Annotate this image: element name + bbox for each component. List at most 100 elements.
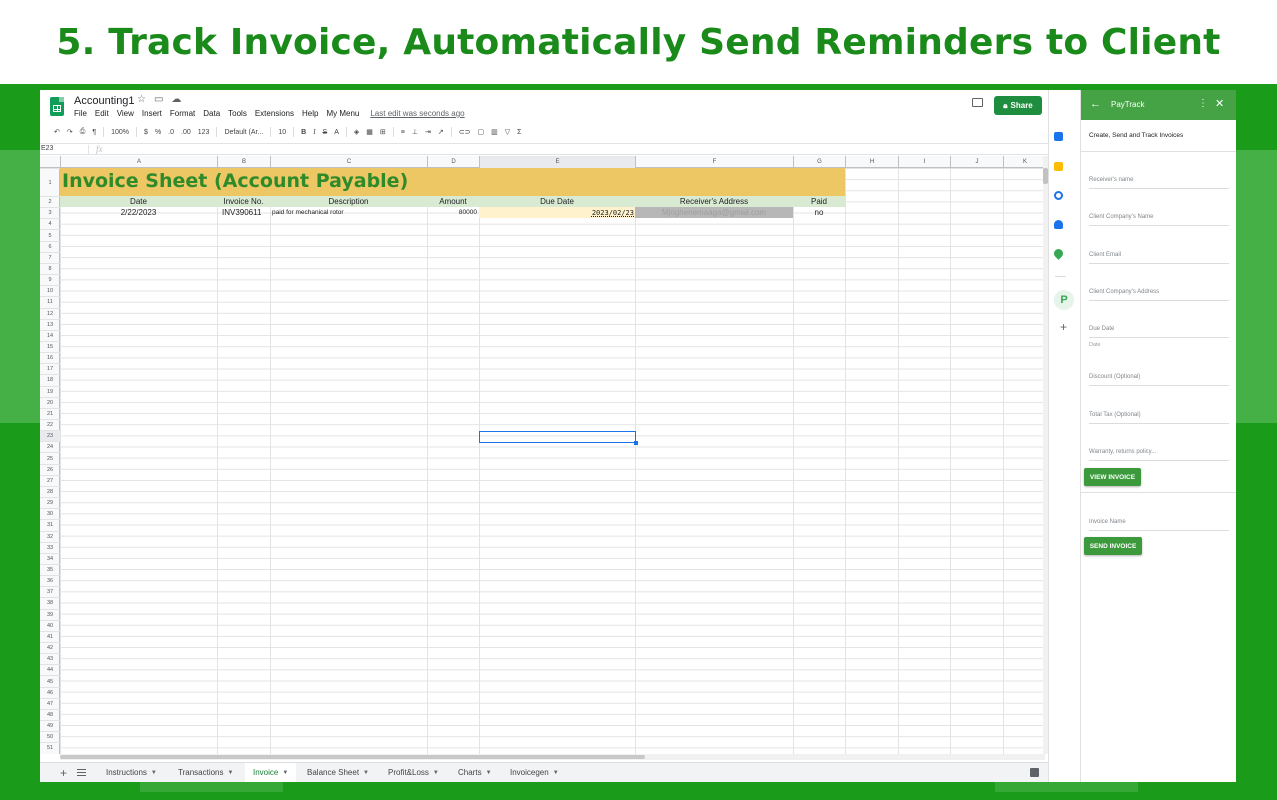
row-header[interactable]: 43 [40, 653, 60, 664]
tab-invoice[interactable]: Invoice ▼ [245, 763, 297, 782]
row-header[interactable]: 34 [40, 552, 60, 564]
menu-format[interactable]: Format [170, 109, 195, 118]
menu-my-menu[interactable]: My Menu [326, 109, 359, 118]
discount-field[interactable]: Discount (Optional) [1089, 374, 1229, 386]
row-header[interactable]: 14 [40, 329, 60, 341]
column-header-b[interactable]: B [217, 156, 270, 168]
selected-cell-e23[interactable] [479, 431, 638, 445]
column-header-a[interactable]: A [60, 156, 217, 168]
header-invoice-no[interactable]: Invoice No. [217, 196, 270, 207]
row-header[interactable]: 38 [40, 597, 60, 608]
row-header[interactable]: 13 [40, 318, 60, 330]
folder-icon[interactable]: ▭ [154, 94, 163, 105]
sheets-logo-icon[interactable] [50, 97, 64, 116]
menu-insert[interactable]: Insert [142, 109, 162, 118]
row-header[interactable]: 33 [40, 541, 60, 553]
vertical-align-icon[interactable]: ⊥ [412, 128, 418, 136]
document-title[interactable]: Accounting1 [74, 95, 135, 107]
row-header[interactable]: 48 [40, 708, 60, 720]
column-header-f[interactable]: F [635, 156, 793, 168]
cell-date[interactable]: 2/22/2023 [60, 207, 217, 218]
paytrack-addon-icon[interactable]: P [1054, 290, 1074, 310]
row-header[interactable]: 26 [40, 463, 60, 475]
last-edit-link[interactable]: Last edit was seconds ago [370, 109, 464, 118]
row-header[interactable]: 32 [40, 530, 60, 542]
row-header[interactable]: 5 [40, 229, 60, 240]
header-date[interactable]: Date [60, 196, 217, 207]
row-header[interactable]: 28 [40, 485, 60, 497]
row-header[interactable]: 10 [40, 285, 60, 296]
row-header[interactable]: 1 [40, 168, 60, 196]
add-sheet-icon[interactable]: + [60, 766, 67, 780]
row-header[interactable]: 4 [40, 218, 60, 229]
comment-history-icon[interactable] [972, 98, 983, 107]
italic-button[interactable]: I [313, 128, 315, 136]
filter-icon[interactable]: ▽ [505, 128, 510, 136]
menu-help[interactable]: Help [302, 109, 318, 118]
row-header[interactable]: 27 [40, 474, 60, 486]
row-header[interactable]: 40 [40, 619, 60, 631]
strikethrough-button[interactable]: S [323, 129, 328, 136]
view-invoice-button[interactable]: VIEW INVOICE [1084, 468, 1141, 486]
header-description[interactable]: Description [270, 196, 427, 207]
row-header[interactable]: 16 [40, 352, 60, 363]
client-email-field[interactable]: Client Email [1089, 252, 1229, 264]
horizontal-align-icon[interactable]: ≡ [401, 129, 405, 136]
column-header-k[interactable]: K [1003, 156, 1046, 168]
menu-tools[interactable]: Tools [228, 109, 247, 118]
paint-format-icon[interactable]: ¶ [92, 129, 96, 136]
row-header[interactable]: 41 [40, 630, 60, 642]
cell-receiver-address[interactable]: Mjoghenemaaga@gmail.com [635, 207, 793, 218]
font-size-select[interactable]: 10 [278, 129, 286, 136]
row-header[interactable]: 15 [40, 340, 60, 352]
get-addons-icon[interactable]: + [1060, 320, 1067, 334]
tab-invoicegen[interactable]: Invoicegen ▼ [502, 763, 567, 782]
more-options-icon[interactable]: ⋮ [1198, 98, 1208, 109]
decrease-decimal-button[interactable]: .0 [168, 129, 174, 136]
row-header[interactable]: 18 [40, 374, 60, 385]
text-wrap-icon[interactable]: ⇥ [425, 128, 431, 136]
row-header[interactable]: 39 [40, 608, 60, 620]
column-header-i[interactable]: I [898, 156, 950, 168]
row-header[interactable]: 29 [40, 497, 60, 508]
explore-icon[interactable] [1030, 768, 1039, 777]
row-header[interactable]: 51 [40, 742, 60, 753]
row-header[interactable]: 25 [40, 452, 60, 463]
increase-decimal-button[interactable]: .00 [181, 129, 191, 136]
cloud-icon[interactable]: ☁ [171, 94, 181, 105]
row-header[interactable]: 20 [40, 396, 60, 408]
receiver-name-field[interactable]: Receiver's name [1089, 177, 1229, 189]
client-company-address-field[interactable]: Client Company's Address [1089, 289, 1229, 301]
tab-transactions[interactable]: Transactions ▼ [170, 763, 241, 782]
comment-icon[interactable]: ▢ [477, 128, 484, 136]
row-header[interactable]: 11 [40, 296, 60, 307]
row-header[interactable]: 37 [40, 586, 60, 597]
zoom-select[interactable]: 100% [111, 129, 129, 136]
column-header-e[interactable]: E [479, 156, 635, 168]
menu-data[interactable]: Data [203, 109, 220, 118]
keep-icon[interactable] [1054, 162, 1063, 171]
row-header[interactable]: 30 [40, 508, 60, 519]
row-header[interactable]: 47 [40, 697, 60, 709]
tab-balance-sheet[interactable]: Balance Sheet ▼ [299, 763, 377, 782]
sheet-title-cell[interactable]: Invoice Sheet (Account Payable) [62, 170, 408, 192]
row-header[interactable]: 22 [40, 419, 60, 430]
row-header[interactable]: 45 [40, 675, 60, 686]
column-header-c[interactable]: C [270, 156, 427, 168]
horizontal-scroll-thumb[interactable] [60, 755, 645, 759]
back-arrow-icon[interactable]: ← [1090, 98, 1101, 110]
share-button[interactable]: 🔒︎ Share [994, 96, 1042, 115]
chart-icon[interactable]: ▥ [491, 128, 498, 136]
warranty-policy-field[interactable]: Warranty, returns policy... [1089, 449, 1229, 461]
cell-invoice-no[interactable]: INV390611 [222, 207, 270, 218]
row-header[interactable]: 3 [40, 207, 60, 218]
row-header[interactable]: 19 [40, 385, 60, 397]
row-header[interactable]: 8 [40, 262, 60, 274]
cell-paid[interactable]: no [793, 207, 845, 218]
row-header[interactable]: 21 [40, 407, 60, 419]
redo-icon[interactable]: ↷ [67, 128, 73, 136]
font-select[interactable]: Default (Ar... [224, 129, 263, 136]
client-company-name-field[interactable]: Client Company's Name [1089, 214, 1229, 226]
row-header[interactable]: 24 [40, 441, 60, 452]
column-header-g[interactable]: G [793, 156, 845, 168]
